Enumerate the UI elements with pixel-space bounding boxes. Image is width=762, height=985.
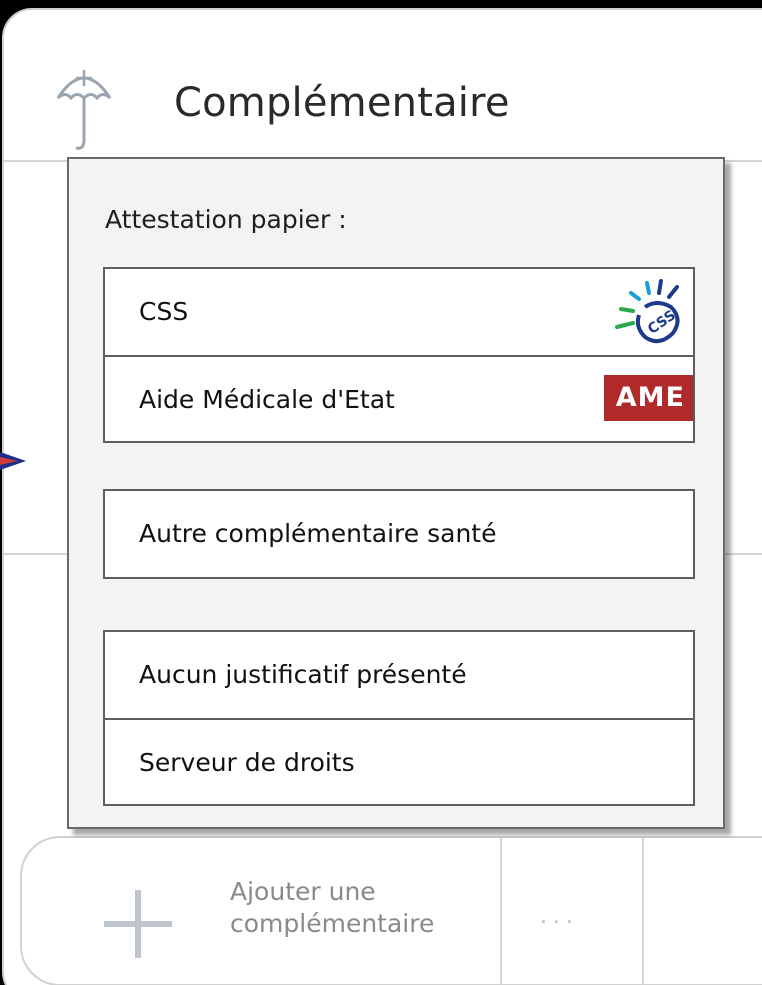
umbrella-plus-icon: [56, 70, 112, 150]
option-aucun-justificatif[interactable]: Aucun justificatif présenté: [105, 632, 693, 718]
option-label: Aide Médicale d'Etat: [139, 385, 395, 414]
more-options-button[interactable]: ...: [502, 838, 642, 984]
option-group-autre: Autre complémentaire santé: [103, 489, 695, 579]
option-aide-medicale-etat[interactable]: Aide Médicale d'Etat AME: [105, 355, 693, 441]
option-css[interactable]: CSS CSS: [105, 269, 693, 355]
card-title: Complémentaire: [174, 80, 510, 126]
card-header: Complémentaire: [4, 10, 762, 162]
option-label: Aucun justificatif présenté: [139, 660, 467, 689]
add-complementaire-button[interactable]: Ajouter une complémentaire: [22, 838, 500, 984]
ame-badge: AME: [603, 375, 693, 421]
option-serveur-de-droits[interactable]: Serveur de droits: [105, 718, 693, 804]
bottom-action-bar: Ajouter une complémentaire ...: [20, 836, 762, 985]
screen: Complémentaire Ajouter une complémentair…: [0, 0, 762, 985]
option-autre-complementaire[interactable]: Autre complémentaire santé: [105, 491, 693, 577]
attestation-dropdown: Attestation papier : CSS CSS Aide Médica…: [67, 157, 725, 829]
add-complementaire-label: Ajouter une complémentaire: [230, 877, 435, 938]
css-logo-icon: CSS: [615, 279, 680, 344]
option-label: Serveur de droits: [139, 748, 355, 777]
bar-separator: [642, 838, 644, 984]
plus-icon: [104, 890, 172, 958]
pointer-arrow-accent: [0, 457, 18, 465]
popup-title: Attestation papier :: [105, 205, 347, 234]
more-dots-icon: ...: [540, 904, 579, 929]
option-label: CSS: [139, 297, 189, 326]
option-label: Autre complémentaire santé: [139, 519, 497, 548]
option-group-justificatif: Aucun justificatif présenté Serveur de d…: [103, 630, 695, 806]
option-group-regimes: CSS CSS Aide Médicale d'Etat AME: [103, 267, 695, 443]
